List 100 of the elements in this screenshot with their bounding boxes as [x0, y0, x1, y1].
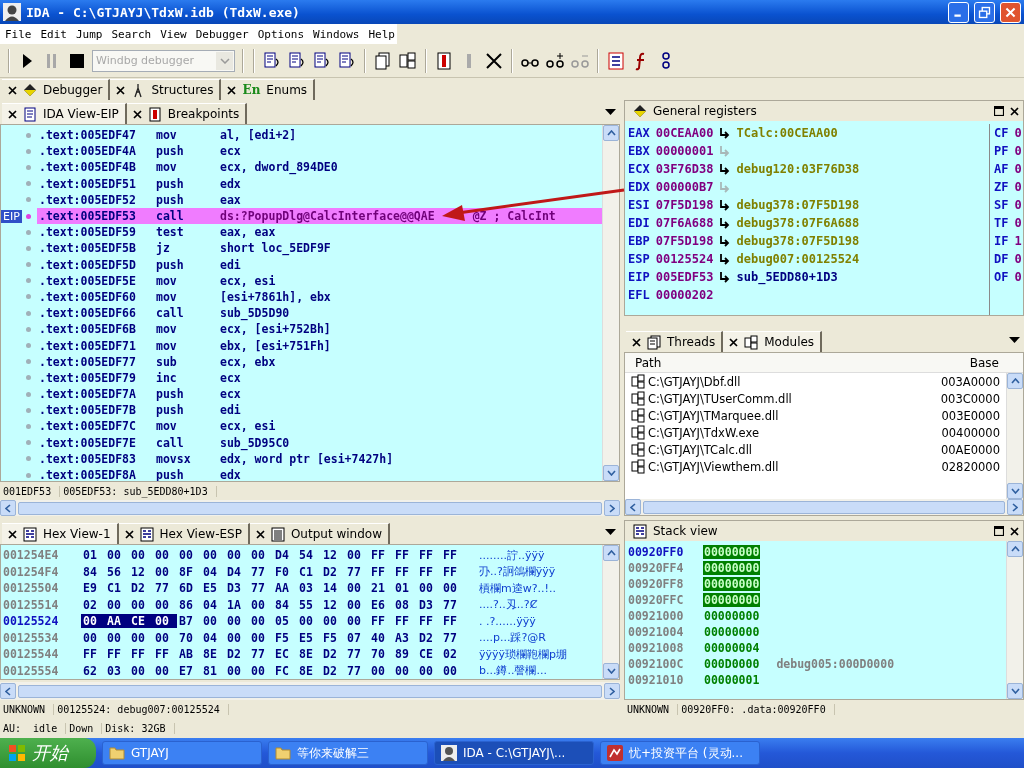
hex-byte[interactable]: 00: [153, 564, 177, 579]
hex-byte[interactable]: 00: [129, 548, 153, 563]
hex-byte[interactable]: CE: [417, 647, 441, 662]
restore-button[interactable]: [974, 1, 995, 23]
hex-byte[interactable]: 01: [393, 581, 417, 596]
flag-value[interactable]: 0: [1014, 180, 1022, 194]
hex-byte[interactable]: 02: [81, 597, 105, 612]
hex-byte[interactable]: FF: [369, 614, 393, 629]
delete-icon[interactable]: [484, 50, 504, 71]
hex-byte[interactable]: 8E: [297, 647, 321, 662]
hex-byte[interactable]: FC: [273, 663, 297, 678]
panel-tab[interactable]: Modules: [723, 331, 823, 352]
hex-byte[interactable]: D2: [321, 564, 345, 579]
hex-byte[interactable]: 77: [441, 630, 465, 645]
hex-byte[interactable]: D3: [417, 597, 441, 612]
hex-byte[interactable]: 77: [153, 581, 177, 596]
menu-item[interactable]: Edit: [35, 27, 71, 41]
document-arrow-icon[interactable]: [312, 50, 332, 71]
hex-byte[interactable]: 86: [177, 597, 201, 612]
close-icon[interactable]: [116, 85, 126, 95]
maximize-icon[interactable]: [994, 106, 1004, 116]
horizontal-scrollbar[interactable]: [0, 682, 620, 700]
dropdown-arrow-icon[interactable]: [1009, 336, 1020, 344]
taskbar-button[interactable]: 忧+投资平台 (灵动...: [600, 741, 760, 765]
hex-byte[interactable]: D2: [321, 647, 345, 662]
hex-byte[interactable]: 77: [249, 647, 273, 662]
hex-byte[interactable]: AB: [177, 647, 201, 662]
panel-tab[interactable]: IDA View-EIP: [2, 103, 127, 124]
hex-byte[interactable]: D2: [129, 581, 153, 596]
register-target[interactable]: debug378:07F5D198: [736, 198, 860, 212]
hex-byte[interactable]: 21: [369, 581, 393, 596]
hex-byte[interactable]: E5: [297, 630, 321, 645]
hex-byte[interactable]: C1: [105, 581, 129, 596]
hex-byte[interactable]: 00: [345, 614, 369, 629]
hex-byte[interactable]: 12: [129, 564, 153, 579]
hex-byte[interactable]: 54: [297, 548, 321, 563]
vertical-scrollbar[interactable]: [1006, 373, 1023, 499]
module-base[interactable]: 003A0000: [940, 374, 1006, 389]
hex-byte[interactable]: 03: [297, 581, 321, 596]
hex-byte[interactable]: 12: [321, 597, 345, 612]
scroll-up-icon[interactable]: [606, 130, 616, 136]
hex-byte[interactable]: 02: [441, 647, 465, 662]
hex-byte[interactable]: FF: [369, 548, 393, 563]
hex-byte[interactable]: FF: [153, 647, 177, 662]
hex-byte[interactable]: 8E: [201, 647, 225, 662]
flag-value[interactable]: 1: [1014, 234, 1022, 248]
hex-byte[interactable]: 77: [249, 581, 273, 596]
hex-byte[interactable]: 00: [393, 663, 417, 678]
hex-byte[interactable]: D4: [225, 564, 249, 579]
register-value[interactable]: 07F5D198: [655, 234, 714, 248]
minimize-button[interactable]: [948, 1, 969, 23]
flag-value[interactable]: 0: [1014, 216, 1022, 230]
hex-byte[interactable]: EC: [273, 647, 297, 662]
flag-value[interactable]: 0: [1014, 252, 1022, 266]
register-value[interactable]: 07F5D198: [655, 198, 714, 212]
hex-byte[interactable]: 00: [153, 663, 177, 678]
close-icon[interactable]: [729, 337, 739, 347]
flag-value[interactable]: 0: [1014, 126, 1022, 140]
hex-byte[interactable]: 00: [153, 614, 177, 629]
menu-item[interactable]: Options: [252, 27, 309, 41]
hex-byte[interactable]: E5: [201, 581, 225, 596]
hex-byte[interactable]: 77: [345, 564, 369, 579]
hex-byte[interactable]: 1A: [225, 597, 249, 612]
hex-byte[interactable]: 00: [225, 663, 249, 678]
register-target[interactable]: TCalc:00CEAA00: [736, 126, 838, 140]
vertical-scrollbar[interactable]: [602, 125, 619, 481]
hex-byte[interactable]: 00: [177, 548, 201, 563]
stack-value[interactable]: 00000000: [703, 593, 761, 607]
close-icon[interactable]: [132, 109, 142, 119]
hex-byte[interactable]: D2: [225, 647, 249, 662]
hex-byte[interactable]: 00: [249, 663, 273, 678]
register-target[interactable]: debug378:07F5D198: [736, 234, 860, 248]
dropdown-arrow-icon[interactable]: [605, 528, 616, 536]
hex-byte[interactable]: F5: [273, 630, 297, 645]
module-base[interactable]: 003C0000: [940, 391, 1006, 406]
taskbar-button[interactable]: GTJAYJ: [102, 741, 262, 765]
hex-byte[interactable]: D3: [225, 581, 249, 596]
column-header[interactable]: Path: [635, 355, 970, 370]
document-arrow-icon[interactable]: [337, 50, 357, 71]
document-arrow-icon[interactable]: [262, 50, 282, 71]
menu-item[interactable]: File: [0, 27, 36, 41]
flag-value[interactable]: 0: [1014, 162, 1022, 176]
hex-byte[interactable]: 89: [393, 647, 417, 662]
hex-byte[interactable]: 70: [369, 647, 393, 662]
document-arrow-icon[interactable]: [287, 50, 307, 71]
hex-byte[interactable]: 40: [369, 630, 393, 645]
hex-byte[interactable]: 00: [249, 548, 273, 563]
panel-tab[interactable]: Output window: [249, 523, 390, 544]
hex-byte[interactable]: 00: [297, 614, 321, 629]
hex-byte[interactable]: 08: [393, 597, 417, 612]
hex-byte[interactable]: 00: [153, 597, 177, 612]
hex-byte[interactable]: 00: [369, 663, 393, 678]
hex-byte[interactable]: 12: [321, 548, 345, 563]
hex-byte[interactable]: FF: [417, 614, 441, 629]
register-value[interactable]: 00125524: [655, 252, 714, 266]
register-value[interactable]: 005EDF53: [655, 270, 714, 284]
panel-tab[interactable]: Breakpoints: [126, 103, 248, 124]
hex-byte[interactable]: 00: [81, 630, 105, 645]
hex-byte[interactable]: FF: [417, 564, 441, 579]
hex-byte[interactable]: D4: [273, 548, 297, 563]
